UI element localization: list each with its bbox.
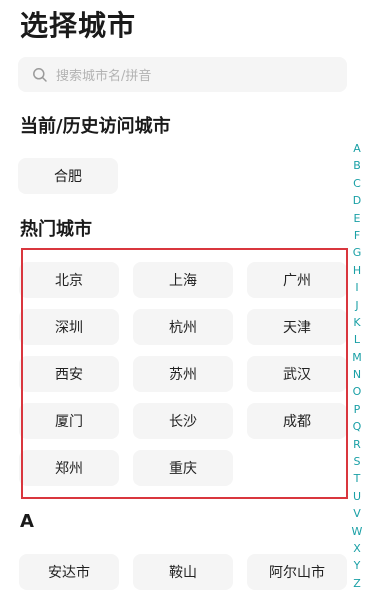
alphabet-index-letter[interactable]: X xyxy=(350,540,364,557)
city-chip-hot[interactable]: 西安 xyxy=(19,356,119,392)
city-chip-hot[interactable]: 长沙 xyxy=(133,403,233,439)
city-chip-hot[interactable]: 苏州 xyxy=(133,356,233,392)
alphabet-index-letter[interactable]: K xyxy=(350,314,364,331)
city-chip-hot[interactable]: 成都 xyxy=(247,403,347,439)
alphabet-index-letter[interactable]: G xyxy=(350,244,364,261)
alphabet-index-letter[interactable]: Y xyxy=(350,557,364,574)
alphabet-index-letter[interactable]: M xyxy=(350,349,364,366)
alphabet-index-letter[interactable]: D xyxy=(350,192,364,209)
alphabet-index-letter[interactable]: F xyxy=(350,227,364,244)
alphabet-index-letter[interactable]: O xyxy=(350,383,364,400)
section-title-current: 当前/历史访问城市 xyxy=(20,116,171,137)
alphabet-index-letter[interactable]: Q xyxy=(350,418,364,435)
alphabet-index-letter[interactable]: U xyxy=(350,488,364,505)
city-chip-letter[interactable]: 鞍山 xyxy=(133,554,233,590)
city-chip-hot[interactable]: 北京 xyxy=(19,262,119,298)
alphabet-index-letter[interactable]: H xyxy=(350,262,364,279)
alphabet-index-letter[interactable]: J xyxy=(350,297,364,314)
alphabet-index-letter[interactable]: V xyxy=(350,505,364,522)
alphabet-index-letter[interactable]: N xyxy=(350,366,364,383)
city-chip-hot[interactable]: 杭州 xyxy=(133,309,233,345)
alphabet-index-letter[interactable]: C xyxy=(350,175,364,192)
alphabet-index-letter[interactable]: P xyxy=(350,401,364,418)
city-chip-hot[interactable]: 广州 xyxy=(247,262,347,298)
alphabet-index-letter[interactable]: E xyxy=(350,210,364,227)
city-chip-hot[interactable]: 郑州 xyxy=(19,450,119,486)
search-input[interactable]: 搜索城市名/拼音 xyxy=(18,57,347,92)
city-chip-letter[interactable]: 阿尔山市 xyxy=(247,554,347,590)
city-chip-hot[interactable]: 上海 xyxy=(133,262,233,298)
city-chip-hot[interactable]: 厦门 xyxy=(19,403,119,439)
alphabet-index-letter[interactable]: L xyxy=(350,331,364,348)
city-chip-letter[interactable]: 安达市 xyxy=(19,554,119,590)
alphabet-index-letter[interactable]: B xyxy=(350,157,364,174)
search-icon xyxy=(32,67,48,83)
city-chip-current[interactable]: 合肥 xyxy=(18,158,118,194)
alphabet-index-letter[interactable]: R xyxy=(350,436,364,453)
city-chip-hot[interactable]: 武汉 xyxy=(247,356,347,392)
alphabet-index-letter[interactable]: Z xyxy=(350,575,364,592)
page-title: 选择城市 xyxy=(20,9,137,42)
city-chip-hot[interactable]: 天津 xyxy=(247,309,347,345)
alphabet-index[interactable]: ABCDEFGHIJKLMNOPQRSTUVWXYZ xyxy=(350,140,364,592)
section-title-letter: A xyxy=(20,511,34,532)
section-title-hot: 热门城市 xyxy=(20,219,92,240)
alphabet-index-letter[interactable]: W xyxy=(350,523,364,540)
alphabet-index-letter[interactable]: I xyxy=(350,279,364,296)
alphabet-index-letter[interactable]: T xyxy=(350,470,364,487)
alphabet-index-letter[interactable]: S xyxy=(350,453,364,470)
search-placeholder: 搜索城市名/拼音 xyxy=(56,69,152,84)
city-picker-page: 选择城市 搜索城市名/拼音 当前/历史访问城市 合肥 热门城市 北京 上海 广州… xyxy=(0,0,370,616)
alphabet-index-letter[interactable]: A xyxy=(350,140,364,157)
city-chip-hot[interactable]: 重庆 xyxy=(133,450,233,486)
city-chip-hot[interactable]: 深圳 xyxy=(19,309,119,345)
